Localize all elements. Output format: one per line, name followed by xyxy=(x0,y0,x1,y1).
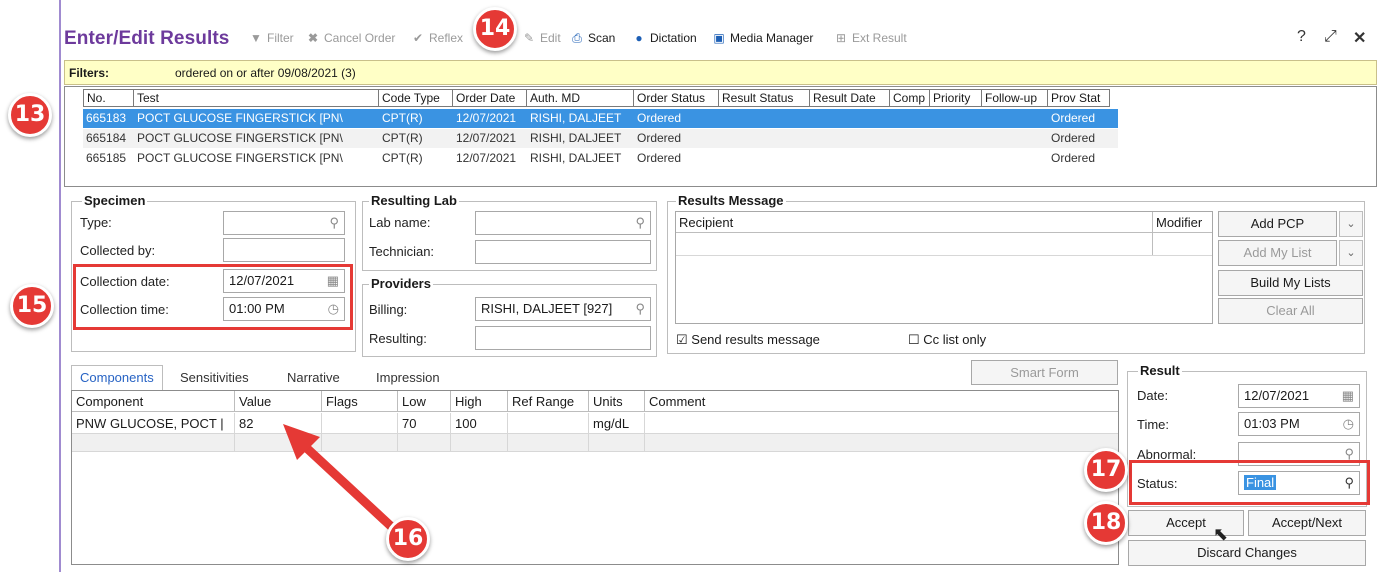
callout-17: 17 xyxy=(1084,448,1128,492)
callout-13: 13 xyxy=(8,93,52,137)
callout-18: 18 xyxy=(1084,501,1128,545)
arrow-annotation xyxy=(283,424,400,535)
callout-16: 16 xyxy=(386,517,430,561)
callout-15: 15 xyxy=(10,284,54,328)
callout-14: 14 xyxy=(473,7,517,51)
